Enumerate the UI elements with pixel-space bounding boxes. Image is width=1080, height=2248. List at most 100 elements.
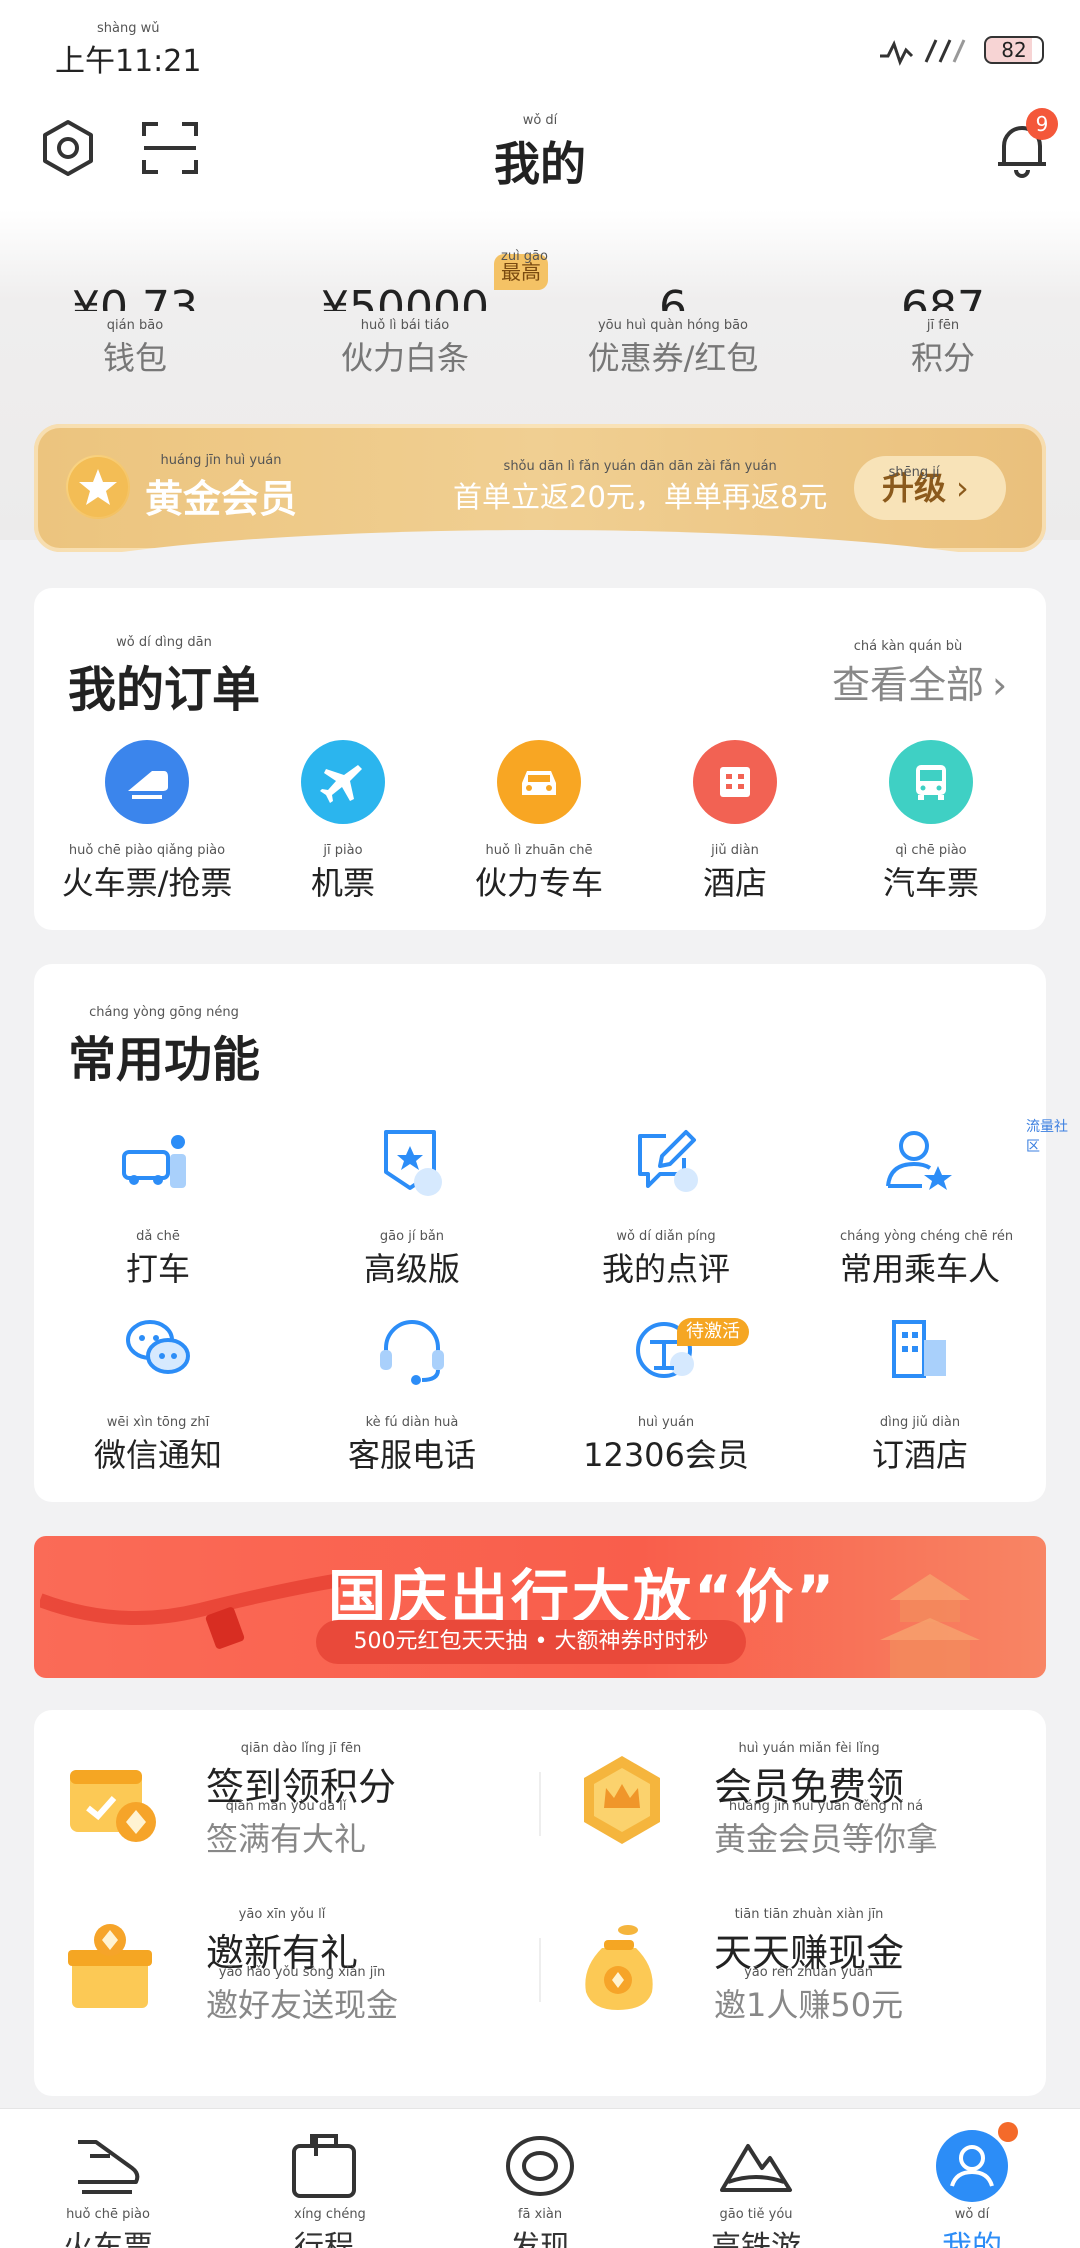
function-wechat[interactable]: 微信通知 (38, 1310, 278, 1476)
function-label: 高级版 (292, 1229, 532, 1290)
function-label: 12306会员 (546, 1415, 786, 1476)
order-item-hotel[interactable]: 酒店 (635, 740, 835, 904)
benefit-member-free[interactable]: 会员免费领 黄金会员等你拿 (572, 1738, 1032, 1868)
tab-itinerary[interactable]: 行程 (224, 2128, 424, 2248)
function-12306-member[interactable]: 12306会员 (546, 1310, 786, 1476)
function-review[interactable]: 我的点评 (546, 1124, 786, 1290)
function-label: 我的点评 (546, 1229, 786, 1290)
tab-label: 我的 (872, 2207, 1072, 2248)
order-item-flight[interactable]: 机票 (243, 740, 443, 904)
crown-badge-icon (584, 1756, 660, 1844)
briefcase-icon (292, 2134, 356, 2198)
tab-label: 发现 (440, 2207, 640, 2248)
order-label: 酒店 (635, 843, 835, 904)
money-bag-icon (585, 1925, 653, 2010)
tab-dot-badge (998, 2122, 1018, 2142)
benefit-subtitle: 邀好友送现金 (206, 1965, 398, 2026)
orders-title: 我的订单 (68, 635, 260, 720)
see-all-link[interactable]: 查看全部› (832, 639, 1008, 709)
benefit-subtitle: 邀1人赚50元 (714, 1965, 903, 2026)
stat-value: ¥50000 (321, 282, 489, 311)
stats-row: ¥0.73 钱包 ¥50000 伙力白条 6 优惠券/红包 687 积分 (0, 275, 1080, 377)
ribbon-decoration (40, 1573, 340, 1649)
tab-train[interactable]: 火车票 (8, 2128, 208, 2248)
stat-wallet[interactable]: ¥0.73 钱包 (15, 275, 255, 379)
battery-indicator: 82 (984, 36, 1044, 64)
order-label: 火车票/抢票 (47, 843, 247, 904)
signal-icon (880, 39, 966, 66)
benefit-checkin[interactable]: 签到领积分 签满有大礼 (64, 1738, 524, 1868)
order-item-train[interactable]: 火车票/抢票 (47, 740, 247, 904)
function-label: 常用乘车人 (800, 1229, 1040, 1290)
tab-mine[interactable]: 我的 (872, 2128, 1072, 2248)
stat-value: ¥0.73 (72, 282, 198, 311)
tab-label: 行程 (224, 2207, 424, 2248)
bus-icon (889, 740, 973, 824)
wechat-icon (126, 1320, 190, 1374)
review-icon (638, 1130, 698, 1192)
notification-badge: 9 (1026, 108, 1058, 140)
building-icon (892, 1320, 946, 1378)
tab-hsr-travel[interactable]: 高铁游 (656, 2128, 856, 2248)
stat-credit[interactable]: ¥50000 伙力白条 (285, 275, 525, 379)
calendar-coin-icon (70, 1770, 156, 1842)
headset-icon (380, 1320, 444, 1385)
order-label: 伙力专车 (439, 843, 639, 904)
star-badge-icon (66, 455, 130, 519)
stat-label: 钱包 (15, 318, 255, 379)
gift-box-icon (68, 1924, 152, 2008)
function-service-phone[interactable]: 客服电话 (292, 1310, 532, 1476)
chevron-right-icon: › (956, 469, 969, 507)
function-label: 微信通知 (38, 1415, 278, 1476)
tab-label: 高铁游 (656, 2207, 856, 2248)
divider (539, 1772, 541, 1836)
gold-member-title: 黄金会员 (145, 453, 297, 523)
hotel-icon (693, 740, 777, 824)
order-item-bus[interactable]: 汽车票 (831, 740, 1031, 904)
plane-icon (301, 740, 385, 824)
function-taxi[interactable]: 打车 (38, 1124, 278, 1290)
stat-points[interactable]: 687 积分 (823, 275, 1063, 379)
mountain-icon (720, 2144, 792, 2192)
divider (539, 1938, 541, 2002)
upgrade-button[interactable]: 升级› (854, 441, 1006, 520)
train-icon (105, 740, 189, 824)
passenger-icon (886, 1131, 952, 1190)
stat-value: 6 (659, 282, 687, 311)
profile-icon (936, 2130, 1008, 2202)
pagoda-decoration (880, 1574, 980, 1678)
page-title: 我的 (0, 113, 1080, 194)
gold-member-promo: 首单立返20元，单单再返8元 (453, 459, 828, 516)
function-label: 订酒店 (800, 1415, 1040, 1476)
car-icon (497, 740, 581, 824)
benefit-subtitle: 黄金会员等你拿 (714, 1799, 938, 1860)
tab-label: 火车票 (8, 2207, 208, 2248)
benefit-subtitle: 签满有大礼 (206, 1799, 366, 1860)
stat-label: 伙力白条 (285, 318, 525, 379)
stat-value: 687 (901, 282, 985, 311)
status-time: 上午11:21 (55, 21, 202, 80)
function-book-hotel[interactable]: 订酒店 (800, 1310, 1040, 1476)
discover-icon (506, 2136, 574, 2196)
banner-subtitle: 500元红包天天抽 • 大额神券时时秒 (316, 1620, 746, 1664)
function-passenger[interactable]: 常用乘车人 (800, 1124, 1040, 1290)
function-premium[interactable]: 高级版 (292, 1124, 532, 1290)
taxi-icon (122, 1135, 186, 1188)
function-label: 打车 (38, 1229, 278, 1290)
benefit-invite[interactable]: 邀新有礼 邀好友送现金 (64, 1904, 524, 2034)
pending-activation-badge: 待激活 (677, 1318, 749, 1346)
stat-label: 积分 (823, 318, 1063, 379)
premium-icon (384, 1130, 442, 1196)
order-item-car[interactable]: 伙力专车 (439, 740, 639, 904)
stat-coupons[interactable]: 6 优惠券/红包 (553, 275, 793, 379)
chevron-right-icon: › (992, 663, 1008, 707)
stat-label: 优惠券/红包 (553, 318, 793, 379)
functions-title: 常用功能 (68, 1005, 260, 1090)
benefit-earn-cash[interactable]: 天天赚现金 邀1人赚50元 (572, 1904, 1032, 2034)
order-label: 机票 (243, 843, 443, 904)
tab-discover[interactable]: 发现 (440, 2128, 640, 2248)
max-tag: 最高 (494, 239, 548, 290)
order-label: 汽车票 (831, 843, 1031, 904)
function-label: 客服电话 (292, 1415, 532, 1476)
train-outline-icon (78, 2140, 140, 2194)
